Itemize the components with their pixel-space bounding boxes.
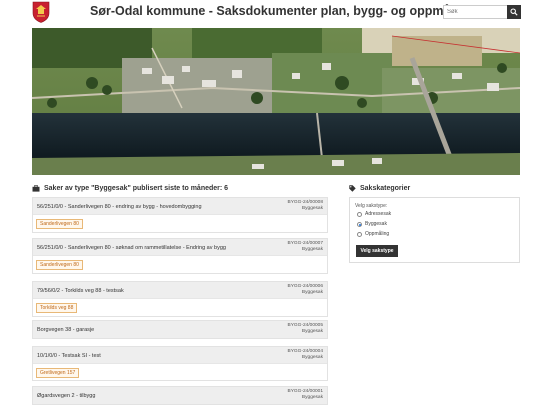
case-title[interactable]: 10/1/0/0 - Testsak SI - test xyxy=(37,353,101,359)
case-type: Byggesak xyxy=(301,329,323,335)
search-input[interactable] xyxy=(443,5,507,19)
radio-label: Byggesak xyxy=(365,221,387,227)
case-type: Byggesak xyxy=(301,290,323,296)
categories-heading: Sakskategorier xyxy=(349,185,410,192)
case-card[interactable]: 10/1/0/0 - Testsak SI - test BYGG-24/000… xyxy=(32,346,328,381)
search-bar xyxy=(443,5,521,19)
case-meta: BYGG-24/00001 Byggesak xyxy=(288,389,323,401)
select-type-button[interactable]: Velg sakstype xyxy=(356,245,398,257)
case-meta: BYGG-24/00004 Byggesak xyxy=(288,349,323,361)
radio-button[interactable] xyxy=(357,211,362,217)
tag-icon xyxy=(349,185,356,192)
case-meta: BYGG-24/00005 Byggesak xyxy=(288,323,323,335)
case-card[interactable]: 56/251/0/0 - Sanderlivegen 80 - søknad o… xyxy=(32,238,328,274)
case-card[interactable]: Øgardsvegen 2 - tilbygg BYGG-24/00001 By… xyxy=(32,386,328,405)
case-body: Sanderlivegen 80 xyxy=(33,214,327,232)
address-tag[interactable]: Sanderlivegen 80 xyxy=(36,260,83,270)
category-filter-panel: Velg sakstype: Adressesak Byggesak Oppmå… xyxy=(349,197,520,263)
case-type: Byggesak xyxy=(301,206,323,212)
case-type: Byggesak xyxy=(301,395,323,401)
case-body: Sanderlivegen 80 xyxy=(33,255,327,273)
case-title[interactable]: 56/251/0/0 - Sanderlivegen 80 - endring … xyxy=(37,204,202,210)
radio-label: Oppmåling xyxy=(365,231,390,237)
search-icon xyxy=(510,8,518,16)
address-tag[interactable]: Torkilds veg 88 xyxy=(36,303,78,313)
municipality-logo[interactable] xyxy=(32,1,50,23)
category-label: Velg sakstype: xyxy=(355,203,388,209)
cases-heading-text: Saker av type "Byggesak" publisert siste… xyxy=(44,185,229,192)
radio-adressesak[interactable]: Adressesak xyxy=(357,211,391,217)
radio-label: Adressesak xyxy=(365,211,392,217)
case-type: Byggesak xyxy=(301,355,323,361)
page-title: Sør-Odal kommune - Saksdokumenter plan, … xyxy=(90,4,473,18)
case-body: Torkilds veg 88 xyxy=(33,298,327,316)
case-meta: BYGG-24/00008 Byggesak xyxy=(288,200,323,212)
briefcase-icon xyxy=(32,185,40,192)
address-tag[interactable]: Sanderlivegen 80 xyxy=(36,219,83,229)
radio-byggesak[interactable]: Byggesak xyxy=(357,221,387,227)
case-title[interactable]: 79/56/0/2 - Torkilds veg 88 - testsak xyxy=(37,288,124,294)
case-title[interactable]: Øgardsvegen 2 - tilbygg xyxy=(37,393,95,399)
radio-button-selected[interactable] xyxy=(357,221,362,227)
case-card[interactable]: 79/56/0/2 - Torkilds veg 88 - testsak BY… xyxy=(32,281,328,317)
categories-heading-text: Sakskategorier xyxy=(360,185,411,192)
site-header: Sør-Odal kommune - Saksdokumenter plan, … xyxy=(0,0,540,28)
case-card[interactable]: Borgvegen 38 - garasje BYGG-24/00005 Byg… xyxy=(32,320,328,339)
address-tag[interactable]: Gretlivegen 157 xyxy=(36,368,80,378)
cases-heading: Saker av type "Byggesak" publisert siste… xyxy=(32,185,228,192)
hero-aerial-image xyxy=(32,28,520,175)
case-title[interactable]: Borgvegen 38 - garasje xyxy=(37,327,94,333)
case-meta: BYGG-24/00006 Byggesak xyxy=(288,284,323,296)
case-type: Byggesak xyxy=(301,247,323,253)
search-button[interactable] xyxy=(507,5,521,19)
radio-button[interactable] xyxy=(357,231,362,237)
case-title[interactable]: 56/251/0/0 - Sanderlivegen 80 - søknad o… xyxy=(37,245,226,251)
case-card[interactable]: 56/251/0/0 - Sanderlivegen 80 - endring … xyxy=(32,197,328,233)
case-body: Gretlivegen 157 xyxy=(33,363,327,380)
case-meta: BYGG-24/00007 Byggesak xyxy=(288,241,323,253)
radio-oppmaling[interactable]: Oppmåling xyxy=(357,231,389,237)
